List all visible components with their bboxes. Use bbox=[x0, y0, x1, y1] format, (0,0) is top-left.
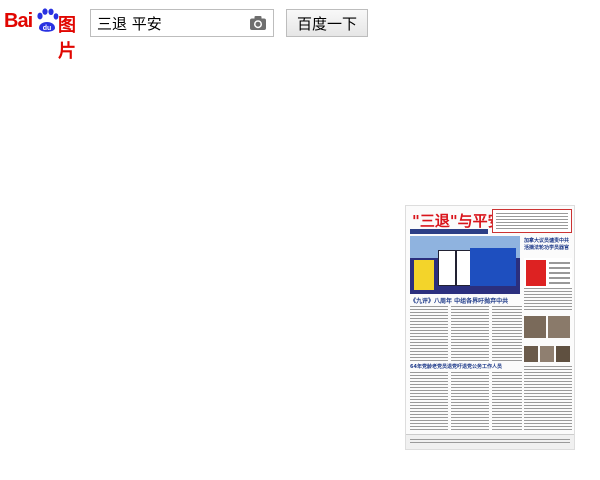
masthead-bar bbox=[410, 229, 488, 234]
text-column bbox=[410, 372, 448, 432]
text-column bbox=[492, 372, 522, 432]
search-box[interactable] bbox=[90, 9, 274, 37]
header-notice-box bbox=[492, 209, 572, 233]
red-stamp-image bbox=[524, 258, 572, 288]
result-image[interactable]: "三退"与平安 加拿大议员谴责中共 活摘法轮功学员器官 《九评》八周年 中组各界… bbox=[405, 205, 575, 450]
text-column bbox=[524, 288, 572, 312]
camera-icon[interactable] bbox=[249, 15, 267, 31]
search-input[interactable] bbox=[97, 13, 243, 33]
main-headline: 《九评》八周年 中组各界吁抛弃中共 bbox=[410, 298, 509, 305]
sub-headline: 64年党龄老党员退党吁退党公务工作人员 bbox=[410, 364, 502, 370]
portrait-photo bbox=[524, 346, 538, 362]
newspaper-masthead: "三退"与平安 bbox=[410, 210, 503, 234]
portrait-photo bbox=[556, 346, 570, 362]
logo-text: Bai bbox=[4, 10, 33, 32]
portrait-photo bbox=[524, 316, 546, 338]
search-button[interactable]: 百度一下 bbox=[286, 9, 368, 37]
text-column bbox=[451, 306, 489, 361]
portrait-photo bbox=[548, 316, 570, 338]
protest-photo bbox=[410, 236, 520, 294]
portrait-photo bbox=[540, 346, 554, 362]
masthead-title: "三退"与平安 bbox=[412, 212, 503, 230]
newspaper-footer bbox=[406, 434, 574, 449]
baidu-images-logo[interactable]: Bai du 图片 bbox=[4, 8, 84, 62]
logo-suffix: 图片 bbox=[58, 15, 76, 62]
text-column bbox=[524, 366, 572, 432]
svg-text:du: du bbox=[43, 25, 52, 32]
paw-icon: du bbox=[37, 8, 59, 32]
side-headline: 加拿大议员谴责中共 活摘法轮功学员器官 bbox=[524, 238, 570, 251]
text-column bbox=[492, 306, 522, 361]
text-column bbox=[410, 306, 448, 361]
text-column bbox=[451, 372, 489, 432]
top-bar: Bai du 图片 百度一下 bbox=[0, 0, 600, 62]
